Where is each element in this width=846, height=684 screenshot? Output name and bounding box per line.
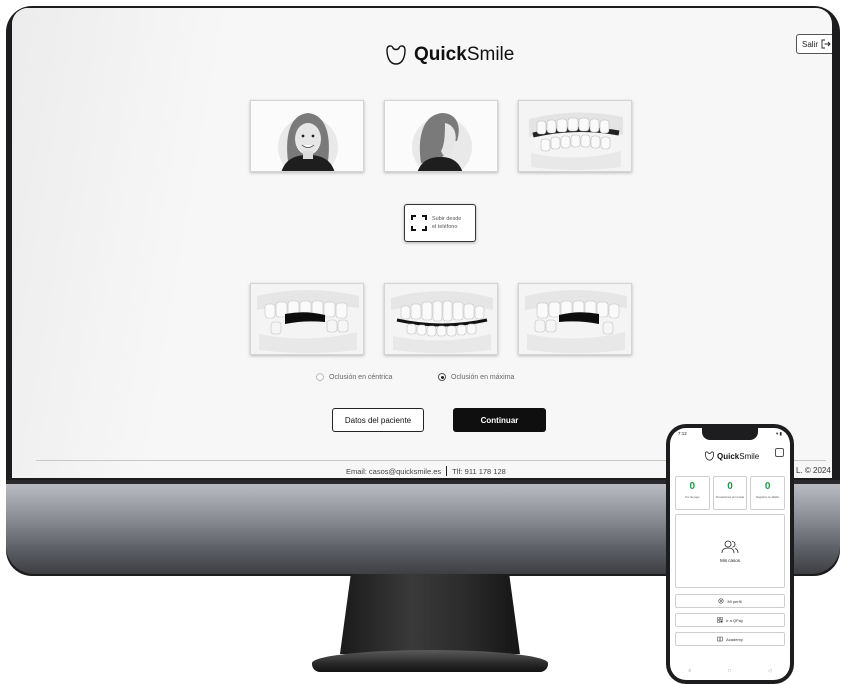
- upload-label: Subir desde el teléfono: [432, 216, 462, 230]
- radio-unselected[interactable]: [316, 373, 324, 381]
- stat-label: Por de pago: [685, 496, 700, 499]
- signal-battery-icon: ▾ ▮: [776, 431, 782, 436]
- tooth-logo-icon: [705, 451, 714, 461]
- smartphone: 7:12 ▾ ▮ QuickSmile 0 Por de pago 0 Simu…: [666, 424, 794, 684]
- qpay-button[interactable]: Ir a QPay: [675, 613, 785, 627]
- phone-status-time: 7:12: [678, 431, 687, 436]
- monitor-stand: [340, 574, 520, 654]
- my-cases-card[interactable]: Mis casos: [675, 514, 785, 588]
- bite-right-illustration: [251, 284, 363, 354]
- bite-left-illustration: [519, 284, 631, 354]
- phone-screen: 7:12 ▾ ▮ QuickSmile 0 Por de pago 0 Simu…: [670, 428, 790, 680]
- bite-left-photo[interactable]: [518, 283, 632, 355]
- footer-phone[interactable]: Tlf: 911 178 128: [452, 467, 506, 476]
- menu-nav-icon[interactable]: ≡: [688, 668, 691, 674]
- bite-front-photo[interactable]: [384, 283, 498, 355]
- footer-copyright: L. © 2024: [796, 466, 831, 475]
- phone-nav-bar: ≡ □ ◁: [670, 668, 790, 674]
- my-cases-label: Mis casos: [719, 557, 740, 563]
- bite-front-illustration: [385, 284, 497, 354]
- stats-row: 0 Por de pago 0 Simulaciones por revisar…: [675, 476, 786, 510]
- occlusion-centric-label: Oclusión en céntrica: [329, 373, 393, 381]
- users-icon: [721, 540, 739, 553]
- my-profile-label: Mi perfil: [727, 598, 742, 604]
- scan-frame-icon: [411, 215, 427, 231]
- exit-button[interactable]: Salir: [796, 34, 832, 54]
- app-screen: QuickSmile Salir Subir desde el teléfono…: [12, 8, 832, 478]
- footer-email[interactable]: Email: casos@quicksmile.es: [346, 467, 441, 476]
- upload-from-phone-button[interactable]: Subir desde el teléfono: [404, 204, 476, 242]
- phone-app-logo: QuickSmile: [704, 451, 759, 461]
- stat-value: 0: [689, 481, 696, 492]
- footer-separator: [446, 466, 448, 476]
- patient-data-button[interactable]: Datos del paciente: [332, 408, 424, 432]
- stat-card[interactable]: 0 Simulaciones por revisar: [712, 476, 748, 510]
- logo-brand-bold: Quick: [414, 44, 467, 65]
- my-profile-button[interactable]: Mi perfil: [675, 594, 785, 608]
- stat-card[interactable]: 0 Por de pago: [675, 476, 710, 510]
- book-icon: [717, 636, 723, 642]
- app-logo: QuickSmile: [384, 44, 514, 66]
- occlusion-maximum-label: Oclusión en máxima: [451, 373, 515, 381]
- stat-label: Registros en alfalso: [756, 496, 780, 499]
- stat-card[interactable]: 0 Registros en alfalso: [750, 476, 786, 510]
- screen-glare: [12, 8, 242, 478]
- monitor-base: [312, 650, 548, 672]
- phone-brand-regular: Smile: [739, 451, 760, 461]
- occlusion-option-maximum[interactable]: Oclusión en máxima: [438, 373, 514, 381]
- logo-brand-regular: Smile: [466, 44, 515, 65]
- gear-icon: [718, 598, 724, 604]
- face-profile-photo[interactable]: [384, 100, 498, 172]
- back-nav-icon[interactable]: ◁: [768, 668, 772, 674]
- qr-icon: [717, 617, 723, 623]
- continue-button[interactable]: Continuar: [453, 408, 546, 432]
- teeth-side-illustration: [519, 101, 631, 171]
- academy-button[interactable]: Academy: [675, 632, 785, 646]
- woman-profile-illustration: [385, 101, 497, 171]
- face-front-photo[interactable]: [250, 100, 364, 172]
- phone-brand-bold: Quick: [717, 451, 740, 461]
- logout-icon: [821, 39, 831, 49]
- exit-label: Salir: [802, 39, 819, 49]
- radio-selected[interactable]: [438, 373, 446, 381]
- qpay-label: Ir a QPay: [726, 617, 743, 623]
- academy-label: Academy: [726, 636, 743, 642]
- occlusion-option-centric[interactable]: Oclusión en céntrica: [316, 373, 392, 381]
- woman-front-illustration: [251, 101, 363, 171]
- phone-exit-icon[interactable]: [775, 448, 784, 457]
- stat-value: 0: [727, 481, 733, 492]
- footer-contact: Email: casos@quicksmile.es Tlf: 911 178 …: [346, 466, 506, 476]
- teeth-side-photo[interactable]: [518, 100, 632, 172]
- stat-label: Simulaciones por revisar: [715, 496, 745, 499]
- phone-notch: [702, 428, 758, 440]
- home-nav-icon[interactable]: □: [728, 668, 731, 674]
- tooth-logo-icon: [386, 45, 406, 65]
- bite-right-photo[interactable]: [250, 283, 364, 355]
- stat-value: 0: [764, 481, 771, 492]
